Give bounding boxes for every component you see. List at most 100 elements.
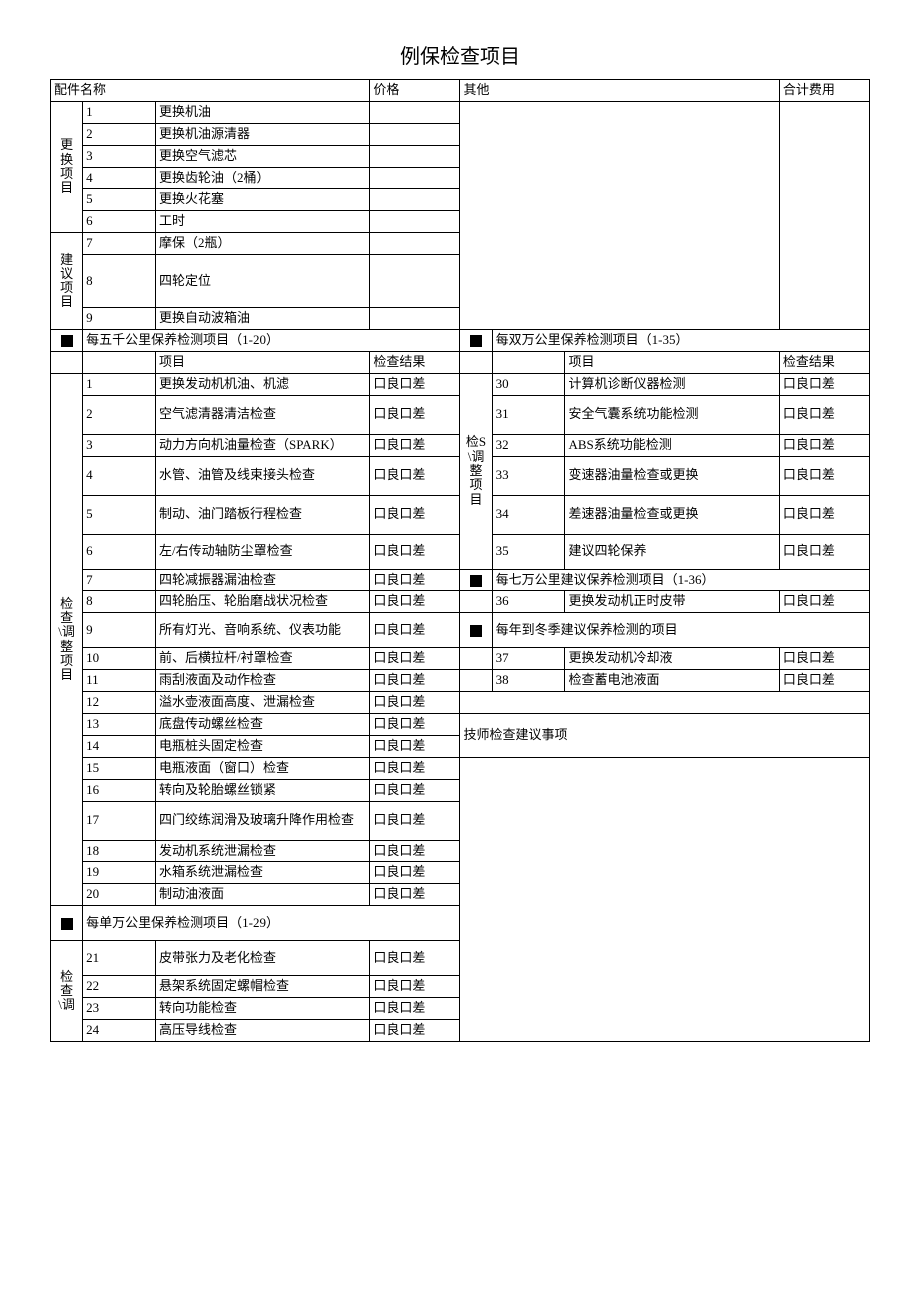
result-cell: 口良口差 [370, 373, 460, 395]
table-row: 皮带张力及老化检查 [156, 941, 370, 976]
table-row: 四轮定位 [156, 255, 370, 308]
table-row: 变速器油量检查或更换 [565, 456, 779, 495]
table-row: 38 [492, 670, 565, 692]
result-cell: 口良口差 [370, 840, 460, 862]
table-row: 更换机油 [156, 101, 370, 123]
cell-empty [370, 189, 460, 211]
table-row: 5 [83, 495, 156, 534]
table-row: 动力方向机油量检查（SPARK） [156, 434, 370, 456]
suggest-label: 建议项目 [51, 233, 83, 330]
marker-icon [460, 569, 492, 591]
result-cell: 口良口差 [370, 591, 460, 613]
result-cell: 口良口差 [370, 434, 460, 456]
blank-strip [460, 692, 870, 714]
result-cell: 口良口差 [370, 976, 460, 998]
result-cell: 口良口差 [370, 534, 460, 569]
maintenance-table: 配件名称 价格 其他 合计费用 更换项目 1 更换机油 2更换机油源清器 3更换… [50, 79, 870, 1042]
replace-label: 更换项目 [51, 101, 83, 232]
table-row: 31 [492, 395, 565, 434]
table-row: 水箱系统泄漏检查 [156, 862, 370, 884]
cell-empty [370, 145, 460, 167]
table-row: 22 [83, 976, 156, 998]
col-result: 检查结果 [779, 351, 869, 373]
table-row: 更换自动波箱油 [156, 308, 370, 330]
table-row: 转向功能检查 [156, 998, 370, 1020]
table-row: 36 [492, 591, 565, 613]
cell-empty [460, 670, 492, 692]
col-item: 项目 [565, 351, 779, 373]
result-cell: 口良口差 [370, 757, 460, 779]
table-row: 差速器油量检查或更换 [565, 495, 779, 534]
table-row: 19 [83, 862, 156, 884]
other-empty-block [460, 101, 779, 329]
cell-empty [370, 211, 460, 233]
result-cell: 口良口差 [370, 862, 460, 884]
table-row: 底盘传动螺丝检查 [156, 714, 370, 736]
table-row: 安全气囊系统功能检测 [565, 395, 779, 434]
table-row: 溢水壶液面高度、泄漏检查 [156, 692, 370, 714]
table-row: 18 [83, 840, 156, 862]
table-row: 17 [83, 801, 156, 840]
header-total: 合计费用 [779, 80, 869, 102]
tech-advice-header: 技师检查建议事项 [460, 714, 870, 758]
table-row: 4 [83, 167, 156, 189]
table-row: 33 [492, 456, 565, 495]
cell-empty [370, 255, 460, 308]
cell-empty [370, 233, 460, 255]
table-row: 计算机诊断仪器检测 [565, 373, 779, 395]
table-row: 2 [83, 395, 156, 434]
result-cell: 口良口差 [370, 569, 460, 591]
section-5k: 每五千公里保养检测项目（1-20） [83, 330, 460, 352]
table-row: 23 [83, 998, 156, 1020]
table-row: 左/右传动轴防尘罩检查 [156, 534, 370, 569]
col-result: 检查结果 [370, 351, 460, 373]
col-item: 项目 [156, 351, 370, 373]
result-cell: 口良口差 [370, 714, 460, 736]
table-row: 高压导线检查 [156, 1020, 370, 1042]
cell-empty [492, 351, 565, 373]
table-row: 检查蓄电池液面 [565, 670, 779, 692]
table-row: 更换发动机正时皮带 [565, 591, 779, 613]
result-cell: 口良口差 [779, 456, 869, 495]
result-cell: 口良口差 [370, 1020, 460, 1042]
cell-empty [370, 123, 460, 145]
cell-empty [460, 648, 492, 670]
table-row: 8 [83, 255, 156, 308]
table-row: 更换发动机冷却液 [565, 648, 779, 670]
table-row: 更换火花塞 [156, 189, 370, 211]
result-cell: 口良口差 [370, 941, 460, 976]
table-row: 制动油液面 [156, 884, 370, 906]
table-row: 3 [83, 145, 156, 167]
header-price: 价格 [370, 80, 460, 102]
table-row: 更换发动机机油、机滤 [156, 373, 370, 395]
table-row: 21 [83, 941, 156, 976]
table-row: 所有灯光、音响系统、仪表功能 [156, 613, 370, 648]
marker-icon [51, 330, 83, 352]
table-row: 制动、油门踏板行程检查 [156, 495, 370, 534]
table-row: 20 [83, 884, 156, 906]
marker-icon [460, 613, 492, 648]
table-row: 37 [492, 648, 565, 670]
result-cell: 口良口差 [370, 692, 460, 714]
section-winter: 每年到冬季建议保养检测的项目 [492, 613, 869, 648]
result-cell: 口良口差 [370, 648, 460, 670]
section-10k: 每单万公里保养检测项目（1-29） [83, 906, 460, 941]
table-row: 四轮胎压、轮胎磨战状况检查 [156, 591, 370, 613]
result-cell: 口良口差 [779, 534, 869, 569]
table-row: 9 [83, 613, 156, 648]
result-cell: 口良口差 [779, 434, 869, 456]
result-cell: 口良口差 [779, 495, 869, 534]
page-title: 例保检查项目 [50, 40, 870, 69]
table-row: 1 [83, 101, 156, 123]
table-row: 6 [83, 534, 156, 569]
result-cell: 口良口差 [370, 456, 460, 495]
result-cell: 口良口差 [779, 373, 869, 395]
table-row: 6 [83, 211, 156, 233]
table-row: 转向及轮胎螺丝锁紧 [156, 779, 370, 801]
result-cell: 口良口差 [779, 648, 869, 670]
table-row: 10 [83, 648, 156, 670]
table-row: 更换机油源清器 [156, 123, 370, 145]
result-cell: 口良口差 [370, 884, 460, 906]
header-other: 其他 [460, 80, 779, 102]
marker-icon [51, 906, 83, 941]
